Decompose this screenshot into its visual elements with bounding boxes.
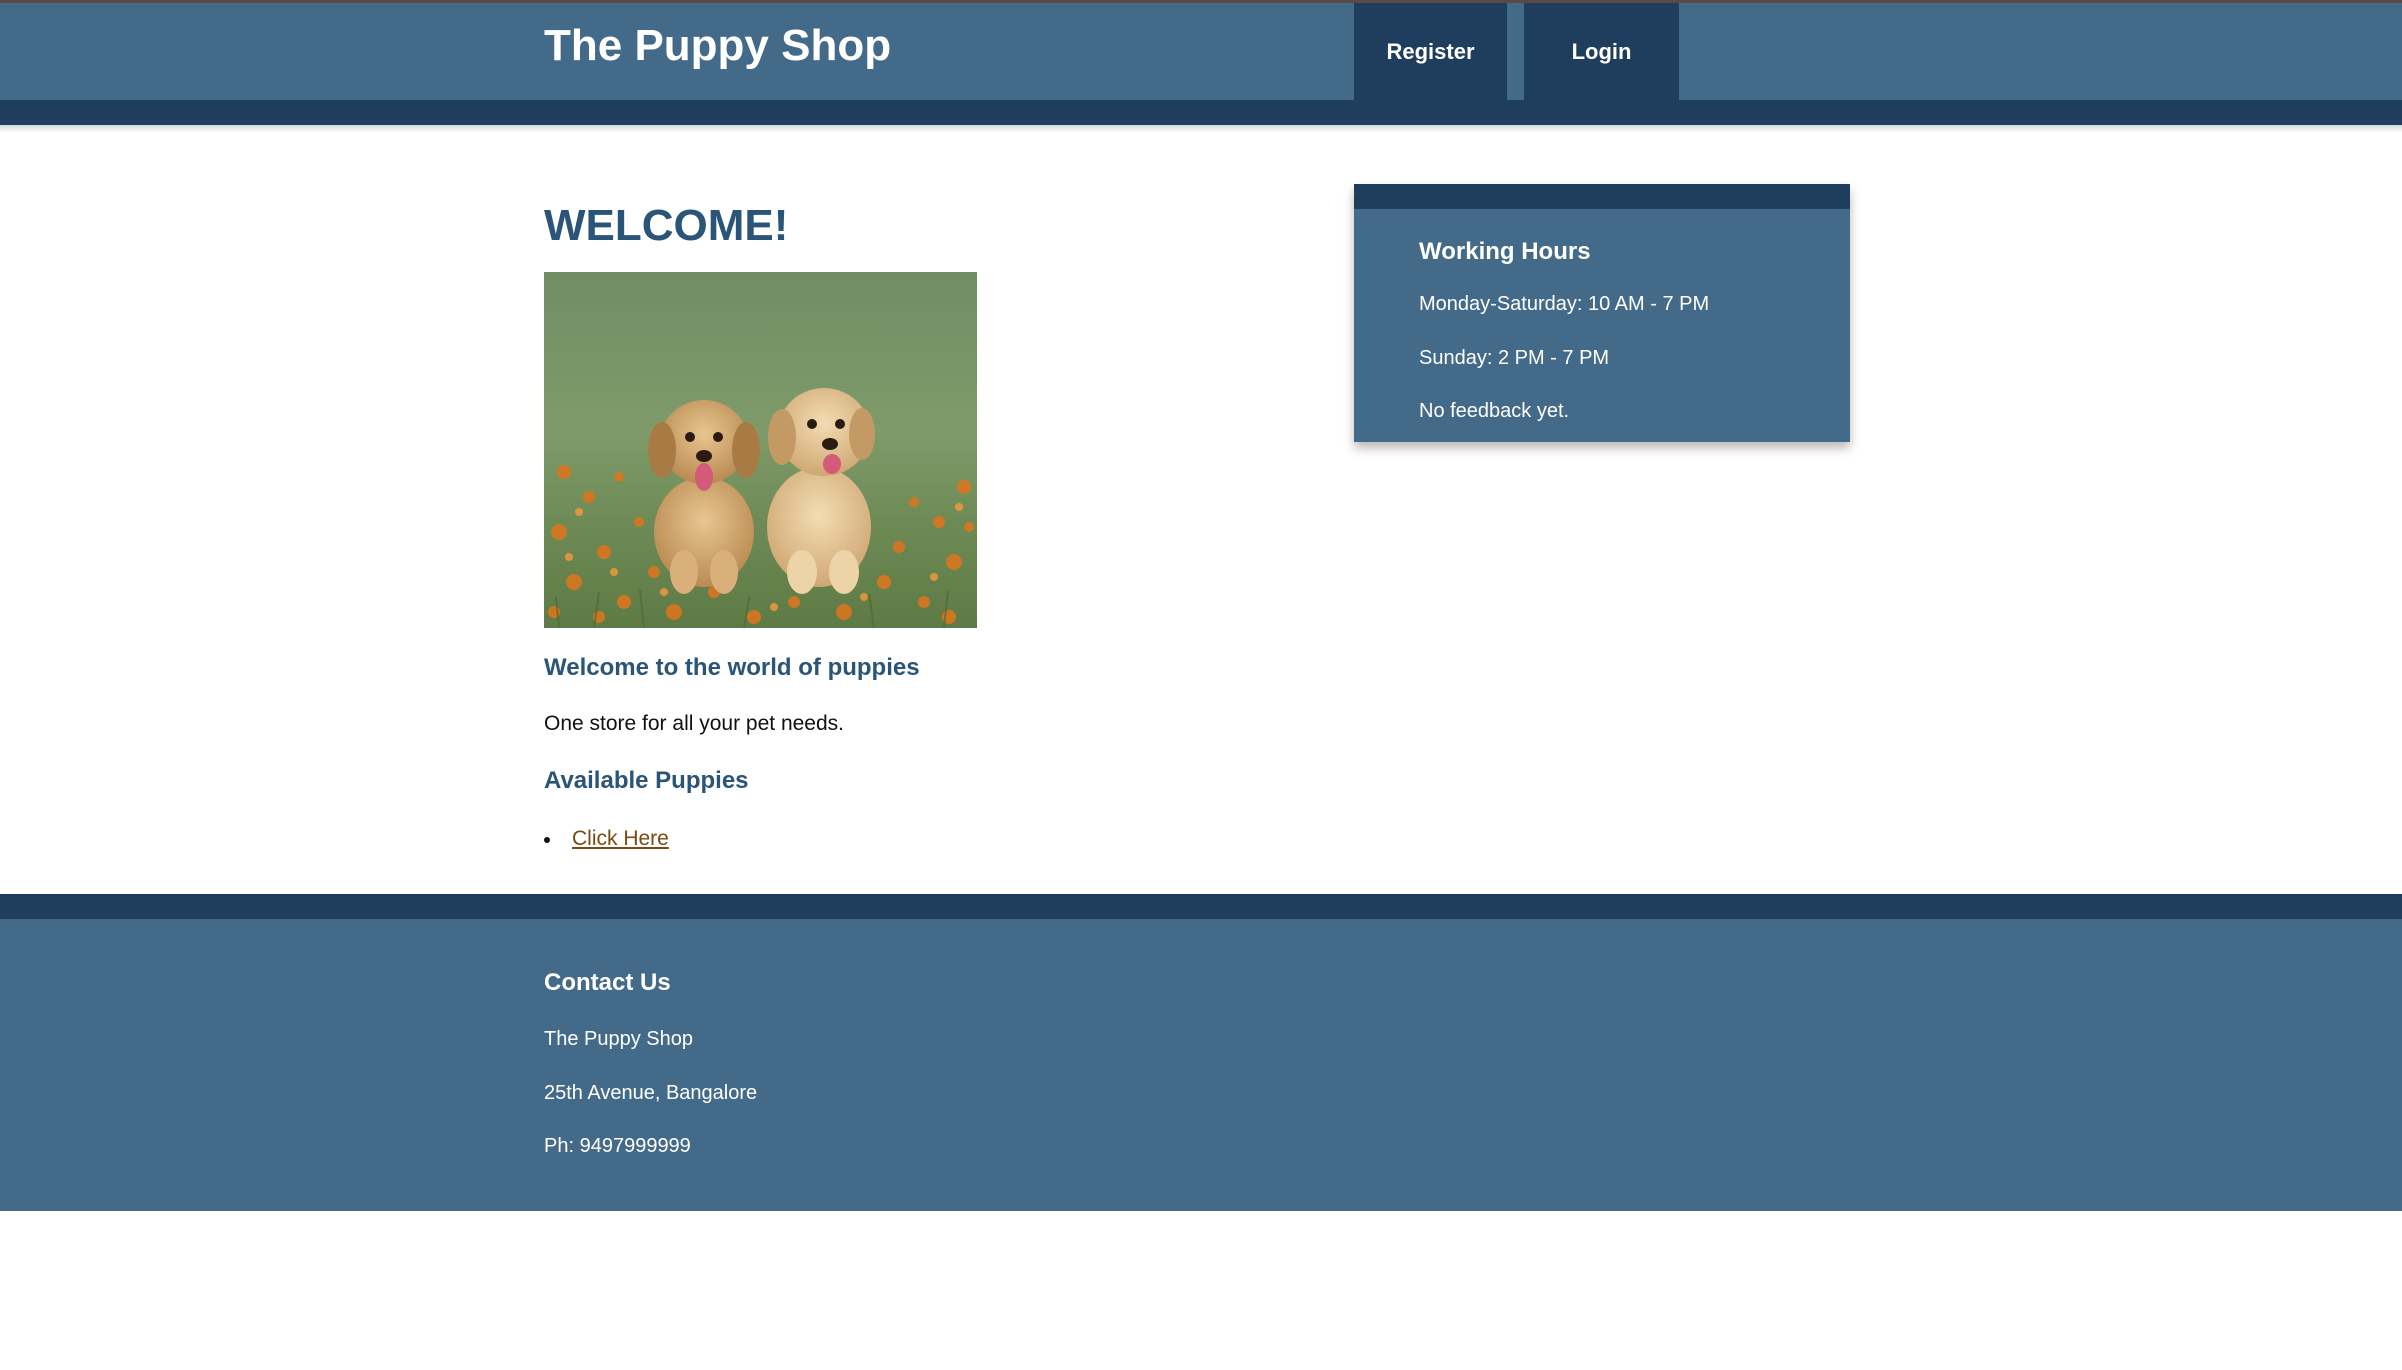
available-puppies-heading: Available Puppies bbox=[544, 767, 749, 794]
contact-phone: Ph: 9497999999 bbox=[544, 1135, 691, 1157]
puppies-image bbox=[544, 272, 977, 628]
store-tagline: One store for all your pet needs. bbox=[544, 712, 844, 735]
bullet-icon bbox=[544, 837, 550, 843]
available-puppies-list: Click Here bbox=[544, 824, 669, 854]
feedback-status: No feedback yet. bbox=[1419, 400, 1570, 422]
working-hours-card: Working Hours Monday-Saturday: 10 AM - 7… bbox=[1354, 184, 1850, 442]
weekday-hours: Monday-Saturday: 10 AM - 7 PM bbox=[1419, 293, 1710, 315]
contact-shop-name: The Puppy Shop bbox=[544, 1028, 693, 1050]
contact-address: 25th Avenue, Bangalore bbox=[544, 1082, 758, 1104]
working-hours-title: Working Hours bbox=[1419, 238, 1591, 265]
site-footer: Contact Us The Puppy Shop 25th Avenue, B… bbox=[0, 919, 2402, 1211]
card-top-bar bbox=[1354, 184, 1850, 209]
click-here-link[interactable]: Click Here bbox=[572, 827, 669, 850]
contact-us-heading: Contact Us bbox=[544, 969, 671, 996]
header-bottom-bar bbox=[0, 100, 2402, 125]
header-shadow bbox=[0, 125, 2402, 133]
welcome-heading: WELCOME! bbox=[544, 201, 789, 250]
site-header bbox=[0, 3, 2402, 100]
login-button[interactable]: Login bbox=[1524, 3, 1679, 100]
footer-top-bar bbox=[0, 894, 2402, 919]
page: The Puppy Shop Register Login WELCOME! W… bbox=[0, 0, 2402, 1370]
register-button[interactable]: Register bbox=[1354, 3, 1507, 100]
list-item: Click Here bbox=[544, 824, 669, 854]
world-of-puppies-heading: Welcome to the world of puppies bbox=[544, 654, 920, 681]
site-title[interactable]: The Puppy Shop bbox=[544, 18, 891, 74]
sunday-hours: Sunday: 2 PM - 7 PM bbox=[1419, 347, 1610, 369]
